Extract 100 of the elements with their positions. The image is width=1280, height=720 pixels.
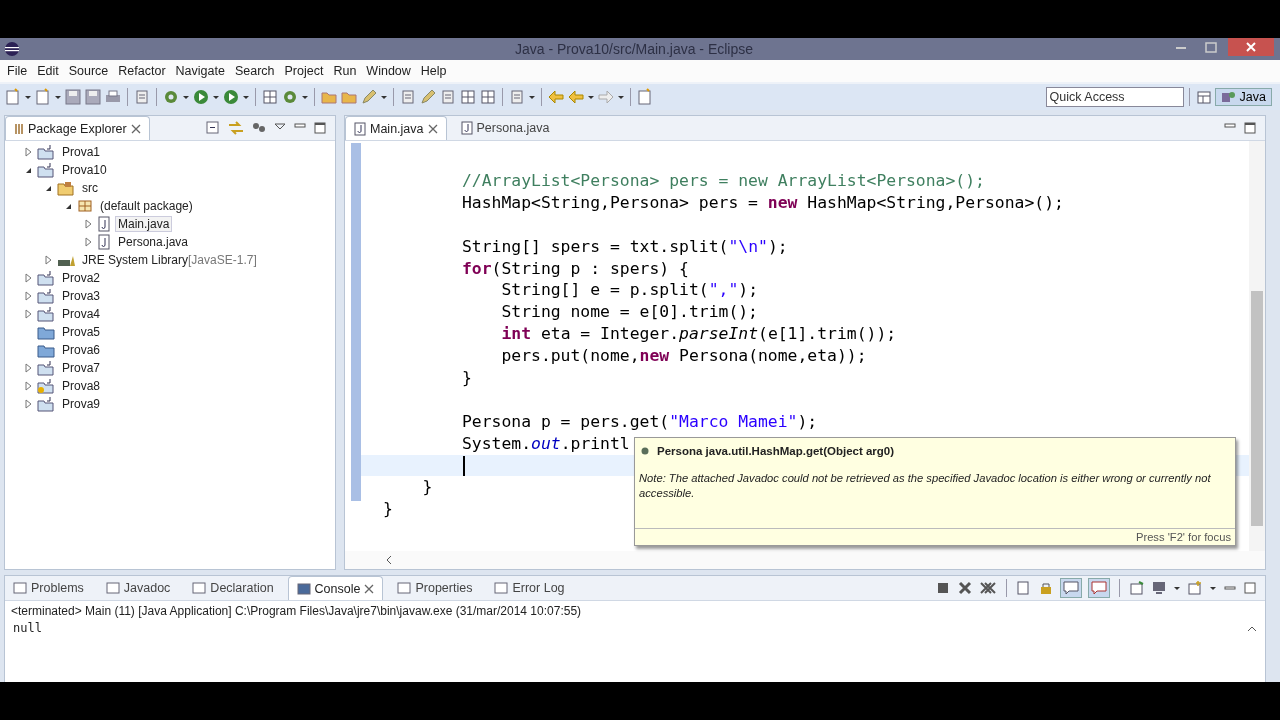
code-line: String nome = e[0].trim(); bbox=[500, 302, 758, 322]
package-explorer-tab[interactable]: Package Explorer bbox=[5, 116, 150, 140]
open-perspective-icon[interactable] bbox=[1194, 88, 1213, 106]
tree-item[interactable]: src bbox=[79, 180, 101, 196]
collapsed-arrow-icon[interactable] bbox=[83, 219, 93, 229]
editor-tab[interactable]: Main.java bbox=[345, 116, 447, 140]
java-file-icon bbox=[97, 234, 111, 250]
collapsed-arrow-icon[interactable] bbox=[23, 309, 33, 319]
window-icon bbox=[494, 581, 509, 595]
java-file-icon bbox=[97, 216, 111, 232]
new-console-icon[interactable] bbox=[1187, 580, 1203, 596]
menu-item[interactable]: Help bbox=[415, 64, 452, 78]
view-tab[interactable]: Javadoc bbox=[97, 576, 179, 600]
play-icon[interactable] bbox=[192, 88, 210, 106]
bars-icon bbox=[14, 121, 24, 136]
code-line: HashMap<String,Persona> pers = new HashMap<String,Persona>(); bbox=[460, 192, 1064, 212]
tree-item[interactable]: Prova6 bbox=[59, 342, 104, 358]
close-icon[interactable] bbox=[130, 123, 141, 134]
speech-bubble-icon[interactable] bbox=[1088, 578, 1110, 598]
java-perspective-button[interactable]: Java bbox=[1214, 88, 1272, 106]
package-icon bbox=[77, 198, 93, 214]
tree-item[interactable]: Prova4 bbox=[59, 306, 104, 322]
menu-item[interactable]: Edit bbox=[32, 64, 64, 78]
arrow-left-icon[interactable] bbox=[547, 88, 565, 106]
tree-item[interactable]: Persona.java bbox=[115, 234, 192, 250]
close-icon[interactable] bbox=[427, 123, 438, 134]
clear-console-icon[interactable] bbox=[1016, 580, 1032, 596]
scroll-up-icon[interactable] bbox=[1247, 625, 1257, 633]
collapsed-arrow-icon[interactable] bbox=[23, 399, 33, 409]
view-tab[interactable]: Error Log bbox=[486, 576, 573, 600]
view-tab[interactable]: Console bbox=[287, 576, 384, 600]
view-tab[interactable]: Properties bbox=[389, 576, 481, 600]
java-file-icon bbox=[354, 121, 366, 136]
collapse-all-icon[interactable] bbox=[205, 120, 221, 136]
view-tab[interactable]: Declaration bbox=[184, 576, 282, 600]
project-folder-icon bbox=[37, 144, 55, 160]
tree-item[interactable]: Prova10 bbox=[59, 162, 110, 178]
perspective-icon bbox=[1220, 90, 1237, 104]
collapsed-arrow-icon[interactable] bbox=[23, 381, 33, 391]
tree-item[interactable]: JRE System Library[JavaSE-1.7] bbox=[79, 252, 260, 268]
maximize-icon[interactable] bbox=[1243, 121, 1257, 135]
code-line: } bbox=[383, 499, 393, 519]
monitor-icon[interactable] bbox=[1151, 580, 1167, 596]
menu-item[interactable]: Project bbox=[279, 64, 329, 78]
tree-item[interactable]: Prova7 bbox=[59, 360, 104, 376]
menu-item[interactable]: Refactor bbox=[113, 64, 171, 78]
menu-item[interactable]: Window bbox=[361, 64, 416, 78]
menu-item[interactable]: Source bbox=[63, 64, 114, 78]
menu-item[interactable]: Search bbox=[229, 64, 280, 78]
code-line: } bbox=[460, 368, 472, 387]
grid-icon[interactable] bbox=[479, 88, 497, 106]
grid-icon[interactable] bbox=[261, 88, 279, 106]
remove-icon[interactable] bbox=[957, 580, 973, 596]
tree-item[interactable]: Main.java bbox=[115, 216, 173, 232]
close-button[interactable] bbox=[1228, 38, 1274, 56]
collapsed-arrow-icon[interactable] bbox=[43, 255, 53, 265]
view-tab[interactable]: Problems bbox=[5, 576, 92, 600]
menu-item[interactable]: Run bbox=[328, 64, 362, 78]
remove-all-icon[interactable] bbox=[979, 580, 997, 596]
lock-icon[interactable] bbox=[1038, 580, 1054, 596]
menu-item[interactable]: File bbox=[2, 64, 33, 78]
speech-bubble-icon[interactable] bbox=[1060, 578, 1082, 598]
menu-item[interactable]: Navigate bbox=[170, 64, 230, 78]
collapsed-arrow-icon[interactable] bbox=[23, 147, 33, 157]
grid-icon[interactable] bbox=[459, 88, 477, 106]
code-line: System.out.printl bbox=[460, 433, 630, 453]
project-folder-icon bbox=[37, 270, 55, 286]
tree-item[interactable]: Prova1 bbox=[59, 144, 104, 160]
dot-icon bbox=[641, 447, 649, 455]
stop-icon[interactable] bbox=[935, 580, 951, 596]
tree-item[interactable]: Prova9 bbox=[59, 396, 104, 412]
maximize-icon[interactable] bbox=[313, 121, 327, 135]
java-file-icon bbox=[460, 121, 473, 135]
horizontal-scrollbar[interactable] bbox=[345, 551, 1265, 569]
code-line: //ArrayList<Persona> pers = new ArrayList<Persona>(); bbox=[460, 171, 985, 190]
vertical-scrollbar[interactable] bbox=[1249, 141, 1265, 551]
window-icon bbox=[192, 581, 207, 595]
window-icon bbox=[13, 581, 27, 595]
collapsed-arrow-icon[interactable] bbox=[23, 363, 33, 373]
method-signature: Persona java.util.HashMap.get(Object arg0) bbox=[657, 445, 895, 457]
tree-item[interactable]: Prova5 bbox=[59, 324, 104, 340]
tree-item[interactable]: Prova2 bbox=[59, 270, 104, 286]
tree-item[interactable]: (default package) bbox=[97, 198, 196, 214]
tree-item[interactable]: Prova3 bbox=[59, 288, 104, 304]
closed-folder-icon bbox=[37, 324, 55, 340]
link-editor-icon[interactable] bbox=[227, 120, 245, 136]
collapsed-arrow-icon[interactable] bbox=[23, 291, 33, 301]
code-line: int eta = Integer.parseInt(e[1].trim()); bbox=[500, 324, 897, 344]
pen-icon[interactable] bbox=[419, 88, 437, 106]
project-folder-icon bbox=[37, 288, 55, 304]
editor-tab[interactable]: Persona.java bbox=[452, 116, 558, 140]
page-icon[interactable] bbox=[636, 88, 654, 106]
close-icon[interactable] bbox=[364, 583, 375, 594]
play-icon[interactable] bbox=[222, 88, 240, 106]
quick-access-field[interactable]: Quick Access bbox=[1045, 87, 1184, 107]
source-folder-icon bbox=[57, 180, 75, 196]
tree-item[interactable]: Prova8 bbox=[59, 378, 104, 394]
window-icon bbox=[397, 581, 412, 595]
collapsed-arrow-icon[interactable] bbox=[23, 273, 33, 283]
collapsed-arrow-icon[interactable] bbox=[83, 237, 93, 247]
